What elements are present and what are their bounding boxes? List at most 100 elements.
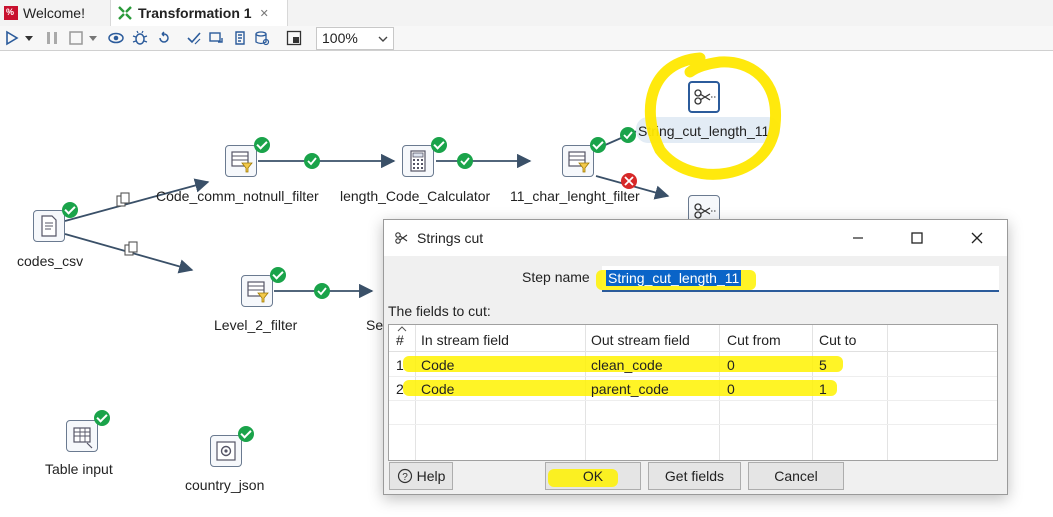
- step-ok-icon: [238, 426, 254, 442]
- explore-db-icon[interactable]: [254, 30, 270, 46]
- in-stream-field-cell[interactable]: Code: [421, 381, 454, 397]
- fields-table[interactable]: # In stream field Out stream field Cut f…: [388, 324, 998, 461]
- col-header-num[interactable]: #: [396, 332, 404, 348]
- transformation-icon: [118, 6, 132, 20]
- strings-cut-icon: [694, 89, 716, 105]
- replay-icon[interactable]: [156, 30, 172, 46]
- step-country-json[interactable]: [210, 435, 242, 467]
- svg-text:?: ?: [402, 472, 408, 483]
- filter-rows-icon: [231, 151, 253, 173]
- tab-transformation-label: Transformation 1: [138, 5, 252, 21]
- json-input-icon: [216, 441, 236, 461]
- step-code-comm-notnull-filter[interactable]: [225, 145, 257, 177]
- zoom-value: 100%: [322, 30, 358, 46]
- fields-to-cut-label: The fields to cut:: [388, 303, 491, 319]
- step-codes-csv[interactable]: [33, 210, 65, 242]
- row-number: 2: [396, 381, 404, 397]
- table-row[interactable]: 2 Code parent_code 0 1: [389, 376, 997, 400]
- tab-welcome-label: Welcome!: [23, 5, 85, 21]
- filter-rows-icon: [568, 151, 590, 173]
- step-ok-icon: [270, 267, 286, 283]
- transformation-toolbar: 100%: [0, 26, 1053, 51]
- step-11-char-lenght-filter[interactable]: [562, 145, 594, 177]
- step-length-code-calculator[interactable]: [402, 145, 434, 177]
- close-tab-icon[interactable]: ✕: [260, 7, 269, 20]
- step-label: Table input: [45, 461, 113, 477]
- show-results-icon[interactable]: [286, 30, 302, 46]
- calculator-icon: [410, 150, 426, 172]
- dialog-title: Strings cut: [417, 230, 484, 246]
- step-ok-icon: [62, 202, 78, 218]
- csv-input-icon: [41, 215, 57, 237]
- stop-icon[interactable]: [68, 30, 84, 46]
- step-table-input[interactable]: [66, 420, 98, 452]
- out-stream-field-cell[interactable]: parent_code: [591, 381, 669, 397]
- cut-to-cell[interactable]: 5: [819, 357, 827, 373]
- tab-transformation[interactable]: Transformation 1 ✕: [110, 0, 288, 26]
- row-divider: [389, 376, 997, 377]
- cancel-button[interactable]: Cancel: [748, 462, 844, 490]
- run-options-icon[interactable]: [24, 30, 34, 46]
- table-row[interactable]: 1 Code clean_code 0 5: [389, 352, 997, 376]
- step-label-partial: Se: [366, 317, 384, 333]
- help-button[interactable]: ? Help: [389, 462, 453, 490]
- step-ok-icon: [431, 137, 447, 153]
- ok-button[interactable]: OK: [545, 462, 641, 490]
- chevron-down-icon: [378, 36, 388, 42]
- step-ok-icon: [590, 137, 606, 153]
- strings-cut-icon: [395, 232, 408, 244]
- out-stream-field-cell[interactable]: clean_code: [591, 357, 663, 373]
- pause-icon[interactable]: [44, 30, 60, 46]
- col-header-out-stream-field[interactable]: Out stream field: [591, 332, 690, 348]
- preview-icon[interactable]: [108, 30, 124, 46]
- verify-icon[interactable]: [186, 30, 202, 46]
- welcome-icon: %: [4, 6, 18, 20]
- ok-label: OK: [582, 468, 604, 484]
- step-ok-icon: [254, 137, 270, 153]
- row-divider: [389, 424, 997, 425]
- maximize-icon[interactable]: [909, 230, 925, 246]
- step-label: Level_2_filter: [214, 317, 298, 333]
- step-string-cut-length-11[interactable]: [688, 81, 720, 113]
- sql-icon[interactable]: [232, 30, 248, 46]
- dialog-title-bar: Strings cut: [384, 220, 1007, 256]
- hop-ok-icon: [304, 153, 320, 169]
- debug-icon[interactable]: [132, 30, 148, 46]
- editor-tab-bar: % Welcome! Transformation 1 ✕: [0, 0, 1053, 27]
- step-label: String_cut_length_11: [638, 123, 770, 139]
- run-icon[interactable]: [4, 30, 20, 46]
- hop-ok-icon: [457, 153, 473, 169]
- zoom-select[interactable]: 100%: [316, 27, 394, 50]
- step-label: 11_char_lenght_filter: [510, 188, 640, 204]
- filter-rows-icon: [247, 281, 269, 303]
- stop-options-icon[interactable]: [88, 30, 98, 46]
- step-label: country_json: [185, 477, 265, 493]
- step-name-field[interactable]: String_cut_length_11: [596, 266, 999, 292]
- table-input-icon: [73, 427, 93, 449]
- hop-ok-icon: [314, 283, 330, 299]
- step-name-label: Step name: [522, 269, 590, 285]
- step-ok-icon: [94, 410, 110, 426]
- row-number: 1: [396, 357, 404, 373]
- cut-from-cell[interactable]: 0: [727, 381, 735, 397]
- col-header-cut-to[interactable]: Cut to: [819, 332, 856, 348]
- step-label: Code_comm_notnull_filter: [156, 188, 319, 204]
- help-label: Help: [416, 468, 446, 484]
- col-header-in-stream-field[interactable]: In stream field: [421, 332, 509, 348]
- minimize-icon[interactable]: [850, 230, 866, 246]
- cut-from-cell[interactable]: 0: [727, 357, 735, 373]
- cancel-label: Cancel: [774, 468, 818, 484]
- row-divider: [389, 400, 997, 401]
- get-fields-button[interactable]: Get fields: [648, 462, 741, 490]
- in-stream-field-cell[interactable]: Code: [421, 357, 454, 373]
- impact-icon[interactable]: [208, 30, 224, 46]
- col-header-cut-from[interactable]: Cut from: [727, 332, 781, 348]
- hop-error-icon: [621, 173, 637, 189]
- hop-ok-icon: [620, 127, 636, 143]
- cut-to-cell[interactable]: 1: [819, 381, 827, 397]
- step-level-2-filter[interactable]: [241, 275, 273, 307]
- step-label: codes_csv: [17, 253, 84, 269]
- close-icon[interactable]: [969, 230, 985, 246]
- step-label: length_Code_Calculator: [340, 188, 491, 204]
- tab-welcome[interactable]: % Welcome!: [0, 0, 108, 26]
